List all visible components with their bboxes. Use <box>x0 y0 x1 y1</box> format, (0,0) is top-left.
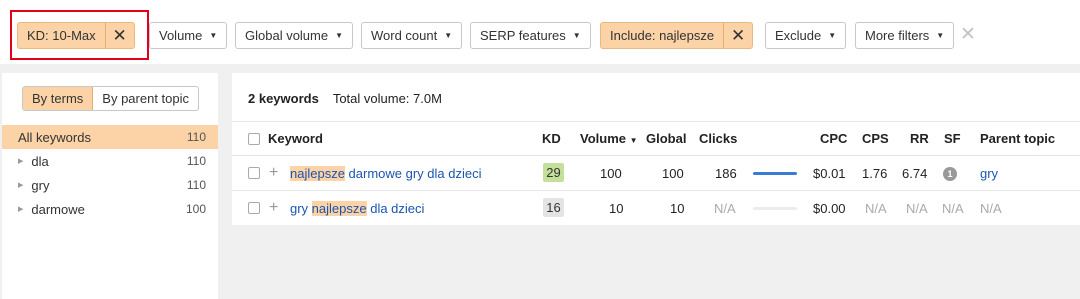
rr-cell: 6.74 <box>902 166 928 181</box>
select-all-checkbox[interactable] <box>248 133 260 145</box>
more-filters-label: More filters <box>865 28 930 43</box>
group-item-count: 100 <box>185 202 206 216</box>
serp-features-filter-button[interactable]: SERP features ▼ <box>470 22 591 49</box>
col-header-cpc[interactable]: CPC <box>820 131 847 146</box>
col-header-sf[interactable]: SF <box>944 131 961 146</box>
group-item-count: 110 <box>186 154 206 168</box>
global-volume-filter-button[interactable]: Global volume ▼ <box>235 22 354 49</box>
divider <box>232 190 1080 191</box>
keyword-highlight: najlepsze <box>311 201 367 216</box>
global-volume-filter-label: Global volume <box>245 28 329 43</box>
clear-filters-close-icon[interactable]: ✕ <box>960 25 976 45</box>
expand-triangle-icon[interactable]: ▶ <box>18 181 23 189</box>
clicks-bar-empty <box>753 207 797 210</box>
col-header-kd[interactable]: KD <box>542 131 561 146</box>
global-cell: 10 <box>670 201 685 216</box>
group-item-gry[interactable]: ▶ gry 110 <box>2 173 218 197</box>
table-summary: 2 keywords Total volume: 7.0M <box>248 91 442 106</box>
parent-topic-link[interactable]: gry <box>980 166 998 181</box>
clicks-bar <box>753 172 797 175</box>
row-checkbox[interactable] <box>248 202 260 214</box>
group-item-label: dla <box>31 153 49 169</box>
volume-filter-button[interactable]: Volume ▼ <box>149 22 228 49</box>
word-count-filter-label: Word count <box>371 28 438 43</box>
row-checkbox[interactable] <box>248 167 260 179</box>
sort-desc-icon: ▼ <box>629 136 638 145</box>
exclude-filter-button[interactable]: Exclude ▼ <box>765 22 847 49</box>
total-volume: Total volume: 7.0M <box>332 91 442 106</box>
parent-topic-cell: N/A <box>980 201 1002 216</box>
clicks-cell: 186 <box>715 166 737 181</box>
include-filter-close-icon[interactable]: ✕ <box>723 23 752 48</box>
by-parent-topic-tab[interactable]: By parent topic <box>93 87 198 110</box>
keywords-table-panel: 2 keywords Total volume: 7.0M Keyword KD … <box>232 73 1080 225</box>
group-item-dla[interactable]: ▶ dla 110 <box>2 149 218 173</box>
col-header-global[interactable]: Global <box>646 131 686 146</box>
caret-down-icon: ▼ <box>444 31 453 40</box>
group-item-count: 110 <box>186 178 206 192</box>
global-cell: 100 <box>662 166 684 181</box>
volume-cell: 100 <box>600 166 622 181</box>
group-item-label: gry <box>31 177 50 193</box>
keyword-link[interactable]: najlepsze darmowe gry dla dzieci <box>290 166 482 181</box>
add-to-list-plus-icon[interactable]: + <box>269 200 278 216</box>
col-header-clicks[interactable]: Clicks <box>699 131 737 146</box>
grouping-toggle: By terms By parent topic <box>22 86 200 111</box>
kd-badge: 29 <box>543 163 564 182</box>
divider <box>232 155 1080 156</box>
more-filters-button[interactable]: More filters ▼ <box>855 22 955 49</box>
clicks-cell: N/A <box>714 201 736 216</box>
caret-down-icon: ▼ <box>572 31 581 40</box>
caret-down-icon: ▼ <box>335 31 344 40</box>
keyword-highlight: najlepsze <box>290 166 345 181</box>
keyword-link[interactable]: gry najlepsze dla dzieci <box>290 201 424 216</box>
col-header-volume[interactable]: Volume ▼ <box>580 131 638 146</box>
expand-triangle-icon[interactable]: ▶ <box>18 205 23 213</box>
kd-badge: 16 <box>543 198 564 217</box>
group-item-label: All keywords <box>18 129 91 145</box>
caret-down-icon: ▼ <box>209 31 218 40</box>
caret-down-icon: ▼ <box>828 31 837 40</box>
col-header-parent-topic[interactable]: Parent topic <box>980 131 1055 146</box>
kd-filter-highlight-outline <box>10 10 149 60</box>
cpc-cell: $0.01 <box>813 166 846 181</box>
rr-cell: N/A <box>906 201 928 216</box>
expand-triangle-icon[interactable]: ▶ <box>18 157 23 165</box>
col-header-keyword[interactable]: Keyword <box>268 131 323 146</box>
add-to-list-plus-icon[interactable]: + <box>269 165 278 181</box>
cps-cell: 1.76 <box>862 166 888 181</box>
include-filter-label[interactable]: Include: najlepsze <box>601 23 723 48</box>
volume-filter-label: Volume <box>159 28 203 43</box>
volume-cell: 10 <box>609 201 624 216</box>
group-item-count: 110 <box>186 130 206 144</box>
cps-cell: N/A <box>865 201 887 216</box>
keyword-count: 2 keywords <box>248 91 319 106</box>
serp-features-info-icon[interactable]: 1 <box>943 167 957 181</box>
keyword-group-list: All keywords 110 ▶ dla 110 ▶ gry 110 ▶ darm… <box>2 125 218 221</box>
caret-down-icon: ▼ <box>936 31 945 40</box>
keyword-groups-panel: By terms By parent topic All keywords 11… <box>2 73 218 299</box>
group-item-label: darmowe <box>31 201 85 217</box>
by-terms-tab[interactable]: By terms <box>23 87 94 110</box>
divider <box>232 121 1080 122</box>
group-item-darmowe[interactable]: ▶ darmowe 100 <box>2 197 218 221</box>
filter-bar: KD: 10-Max ✕ Volume ▼ Global volume ▼ Wo… <box>0 0 1080 64</box>
col-header-rr[interactable]: RR <box>910 131 929 146</box>
sf-cell: N/A <box>942 201 964 216</box>
serp-features-filter-label: SERP features <box>480 28 566 43</box>
cpc-cell: $0.00 <box>813 201 846 216</box>
group-item-all-keywords[interactable]: All keywords 110 <box>2 125 218 149</box>
exclude-filter-label: Exclude <box>775 28 822 43</box>
include-filter-chip[interactable]: Include: najlepsze ✕ <box>600 22 754 49</box>
col-header-cps[interactable]: CPS <box>862 131 889 146</box>
word-count-filter-button[interactable]: Word count ▼ <box>361 22 463 49</box>
